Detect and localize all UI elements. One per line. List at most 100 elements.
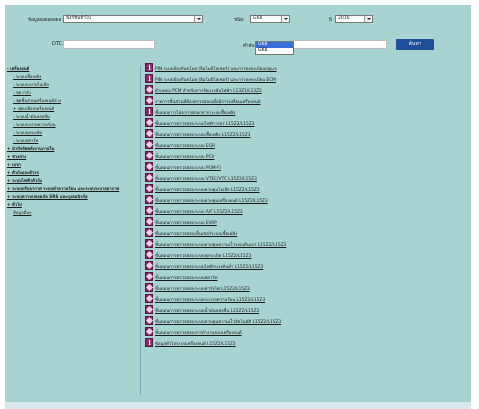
list-item-label[interactable]: PIN ระบบป้องกันขโมย (อิมโมบิไลเซอร์) และ… — [155, 65, 277, 72]
chevron-down-icon — [281, 16, 289, 22]
type-select[interactable]: GK8 — [250, 15, 290, 23]
list-item-label[interactable]: ขั้นตอนการตรวจสอบระบบ EGR — [155, 142, 215, 149]
sidebar-item[interactable]: + นำปัจจัยพลังงานภายใน — [7, 145, 54, 152]
sidebar-item[interactable]: + ตัวถังและตัวรถ — [7, 169, 39, 176]
list-item[interactable]: ขั้นตอนการไล่อากาศออกจากระบบเชื้อเพลิง — [145, 107, 465, 117]
list-item-label[interactable]: รายการชิ้นส่วนที่ต้องตรวจสอบเมื่อมีการเป… — [155, 98, 261, 105]
tool-icon — [145, 228, 153, 237]
tool-icon — [145, 272, 153, 281]
list-item[interactable]: ขั้นตอนการตรวจสอบระบบน้ำมันหล่อลื่น L15Z… — [145, 305, 465, 315]
list-item-label[interactable]: ขั้นตอนการตรวจสอบระบบ VTEC/VTC L15Z2/L15… — [155, 175, 257, 182]
list-item-label[interactable]: ขั้นตอนการตรวจสอบระบบ PCV — [155, 153, 214, 160]
list-item[interactable]: ขั้นตอนการตรวจสอบระบบจุดระเบิด L15Z2/L15… — [145, 250, 465, 260]
sidebar-item-engine[interactable]: - เครื่องยนต์ — [7, 65, 29, 72]
year-select[interactable]: 2016 — [335, 15, 373, 23]
tool-icon — [145, 217, 153, 226]
list-item[interactable]: ขั้นตอนการตรวจสอบระบบเชื้อเพลิง L15Z2/L1… — [145, 129, 465, 139]
list-item-label[interactable]: ขั้นตอนการตรวจสอบระบบควบคุมความเร็วอัตโน… — [155, 318, 281, 325]
list-item-label[interactable]: ขั้นตอนการตรวจสอบระบบไฟฟ้าวงจร L15Z2/L15… — [155, 120, 254, 127]
list-item-label[interactable]: ตำแหน่ง PCM สำหรับการวัดแรงดันไฟฟ้า L13Z… — [155, 87, 262, 94]
sidebar-item[interactable]: - ระบบเชื้อเพลิง — [13, 73, 41, 80]
sidebar-item[interactable]: - ชุดชิ้นส่วนเครื่องยนต์ล่าง — [13, 97, 61, 104]
list-item[interactable]: ขั้นตอนการตรวจสอบการทำงานของเครื่องยนต์ — [145, 327, 465, 337]
sidebar-item[interactable]: + ระบบปรับอากาศ ระบบทำความร้อน และระบบระ… — [7, 185, 119, 192]
tool-icon — [145, 129, 153, 138]
tool-icon — [145, 305, 153, 314]
list-item-label[interactable]: ขั้นตอนการตรวจสอบระบบควบคุมไอเสีย L15Z2/… — [155, 186, 260, 193]
list-item[interactable]: ขั้นตอนการตรวจสอบระบบ VTEC/VTC L15Z2/L15… — [145, 173, 465, 183]
sidebar-item[interactable]: - ระบบระบายไอเสีย — [13, 81, 49, 88]
tool-icon — [145, 294, 153, 303]
list-item-label[interactable]: ขั้นตอนการตรวจสอบระบบ EVAP — [155, 219, 217, 226]
list-item[interactable]: ขั้นตอนการตรวจสอบระบบสตาร์ท — [145, 272, 465, 282]
type-option[interactable]: GK8 — [256, 48, 293, 54]
type-dropdown-list[interactable]: GK8 GK8 — [255, 41, 294, 55]
tool-icon — [145, 151, 153, 160]
sidebar-item[interactable]: + เบรก — [7, 161, 21, 168]
sidebar-item[interactable]: + ช่วงล่าง — [7, 153, 26, 160]
list-item-label[interactable]: ขั้นตอนการตรวจสอบระบบจุดระเบิด L15Z2/L15… — [155, 252, 251, 259]
list-item-label[interactable]: ขั้นตอนการตรวจสอบระบบชาร์จไฟ L15Z2/L15Z3 — [155, 285, 250, 292]
search-input[interactable] — [291, 40, 387, 49]
tool-icon — [145, 140, 153, 149]
tool-icon — [145, 162, 153, 171]
list-item[interactable]: ข้อมูลทั่วไประบบเครื่องยนต์ L15Z2/L15Z3 — [145, 338, 465, 348]
list-item[interactable]: ขั้นตอนการตรวจสอบระบบควบคุมเครื่องยนต์ L… — [145, 195, 465, 205]
list-item-label[interactable]: ขั้นตอนการตรวจสอบระบบน้ำมันหล่อลื่น L15Z… — [155, 307, 259, 314]
list-item-label[interactable]: ขั้นตอนการตรวจสอบระบบ A/F L15Z2/L15Z3 — [155, 208, 243, 215]
sidebar-item[interactable]: - ระบบน้ำมันหล่อลื่น — [13, 113, 50, 120]
tool-icon — [145, 250, 153, 259]
list-item[interactable]: ขั้นตอนการตรวจสอบระบบระบายความร้อน L15Z2… — [145, 294, 465, 304]
list-item[interactable]: ขั้นตอนการตรวจสอบระบบ PGM-FI — [145, 162, 465, 172]
sidebar-item[interactable]: - ชุดวาล์ว — [13, 89, 31, 96]
dtc-input[interactable] — [63, 40, 155, 49]
list-item[interactable]: ขั้นตอนการตรวจสอบระบบไฟฟ้าวงจร L15Z2/L15… — [145, 118, 465, 128]
list-item[interactable]: ขั้นตอนการตรวจสอบเซ็นเซอร์ระบบเชื้อเพลิง — [145, 228, 465, 238]
list-item-label[interactable]: ขั้นตอนการตรวจสอบระบบเชื้อเพลิง L15Z2/L1… — [155, 131, 250, 138]
list-item[interactable]: ขั้นตอนการตรวจสอบระบบควบคุมความเร็วอัตโน… — [145, 316, 465, 326]
list-item[interactable]: ขั้นตอนการตรวจสอบระบบไฟฟ้าแรงดันต่ำ L15Z… — [145, 261, 465, 271]
sidebar-item[interactable]: - ระบบระบายความร้อน — [13, 121, 56, 128]
list-item[interactable]: ขั้นตอนการตรวจสอบระบบ A/F L15Z2/L15Z3 — [145, 206, 465, 216]
sidebar-item[interactable]: + ระบบความปลอดภัย SRS และถุงลมนิรภัย — [7, 193, 88, 200]
list-item[interactable]: PIN ระบบป้องกันขโมย (อิมโมบิไลเซอร์) และ… — [145, 74, 465, 84]
sidebar-item[interactable]: + ชุดเปลือกเครื่องยนต์ — [13, 105, 54, 112]
list-item-label[interactable]: ขั้นตอนการตรวจสอบระบบควบคุมเครื่องยนต์ L… — [155, 197, 268, 204]
sidebar-item[interactable]: + ทั่วไป — [7, 201, 22, 208]
list-item-label[interactable]: ขั้นตอนการตรวจสอบระบบสตาร์ท — [155, 274, 218, 281]
model-select[interactable]: ฟังก์ชันทั่วไป — [63, 15, 203, 23]
type-label: ชนิด: — [234, 18, 245, 23]
sidebar-item[interactable]: ข้อมูลอื่นๆ — [13, 209, 31, 216]
info-icon — [145, 74, 153, 83]
year-label: ปี — [329, 18, 332, 23]
tool-icon — [145, 239, 153, 248]
list-item[interactable]: ขั้นตอนการตรวจสอบระบบ EVAP — [145, 217, 465, 227]
list-item[interactable]: รายการชิ้นส่วนที่ต้องตรวจสอบเมื่อมีการเป… — [145, 96, 465, 106]
list-item-label[interactable]: ขั้นตอนการตรวจสอบระบบไฟฟ้าแรงดันต่ำ L15Z… — [155, 263, 263, 270]
sidebar-item[interactable]: - ระบบสตาร์ท — [13, 137, 38, 144]
sidebar-item[interactable]: + ระบบไฟฟ้าตัวถัง — [7, 177, 42, 184]
list-item[interactable]: PIN ระบบป้องกันขโมย (อิมโมบิไลเซอร์) และ… — [145, 63, 465, 73]
list-item[interactable]: ขั้นตอนการตรวจสอบระบบควบคุมความเร็วรอบเด… — [145, 239, 465, 249]
list-item-label[interactable]: ขั้นตอนการไล่อากาศออกจากระบบเชื้อเพลิง — [155, 109, 235, 116]
model-label: ข้อมูลผลผลผลผล — [28, 18, 62, 23]
list-item-label[interactable]: ขั้นตอนการตรวจสอบการทำงานของเครื่องยนต์ — [155, 329, 242, 336]
list-item-label[interactable]: ขั้นตอนการตรวจสอบระบบ PGM-FI — [155, 164, 221, 171]
list-item[interactable]: ตำแหน่ง PCM สำหรับการวัดแรงดันไฟฟ้า L13Z… — [145, 85, 465, 95]
list-item-label[interactable]: PIN ระบบป้องกันขโมย (อิมโมบิไลเซอร์) และ… — [155, 76, 276, 83]
list-item-label[interactable]: ขั้นตอนการตรวจสอบระบบควบคุมความเร็วรอบเด… — [155, 241, 286, 248]
main-frame: ข้อมูลผลผลผลผล ฟังก์ชันทั่วไป ชนิด: GK8 … — [5, 5, 471, 402]
filter-bar: ข้อมูลผลผลผลผล ฟังก์ชันทั่วไป ชนิด: GK8 … — [5, 5, 471, 57]
search-button[interactable]: ค้นหา — [396, 39, 434, 50]
list-item-label[interactable]: ขั้นตอนการตรวจสอบระบบระบายความร้อน L15Z2… — [155, 296, 265, 303]
list-item[interactable]: ขั้นตอนการตรวจสอบระบบ EGR — [145, 140, 465, 150]
sidebar-item[interactable]: - ระบบจุดระเบิด — [13, 129, 42, 136]
list-item-label[interactable]: ข้อมูลทั่วไประบบเครื่องยนต์ L15Z2/L15Z3 — [155, 340, 236, 347]
list-item[interactable]: ขั้นตอนการตรวจสอบระบบควบคุมไอเสีย L15Z2/… — [145, 184, 465, 194]
info-icon — [145, 63, 153, 72]
dtc-label: DTC — [52, 41, 63, 47]
tool-icon — [145, 96, 153, 105]
list-item-label[interactable]: ขั้นตอนการตรวจสอบเซ็นเซอร์ระบบเชื้อเพลิง — [155, 230, 237, 237]
list-item[interactable]: ขั้นตอนการตรวจสอบระบบ PCV — [145, 151, 465, 161]
list-item[interactable]: ขั้นตอนการตรวจสอบระบบชาร์จไฟ L15Z2/L15Z3 — [145, 283, 465, 293]
